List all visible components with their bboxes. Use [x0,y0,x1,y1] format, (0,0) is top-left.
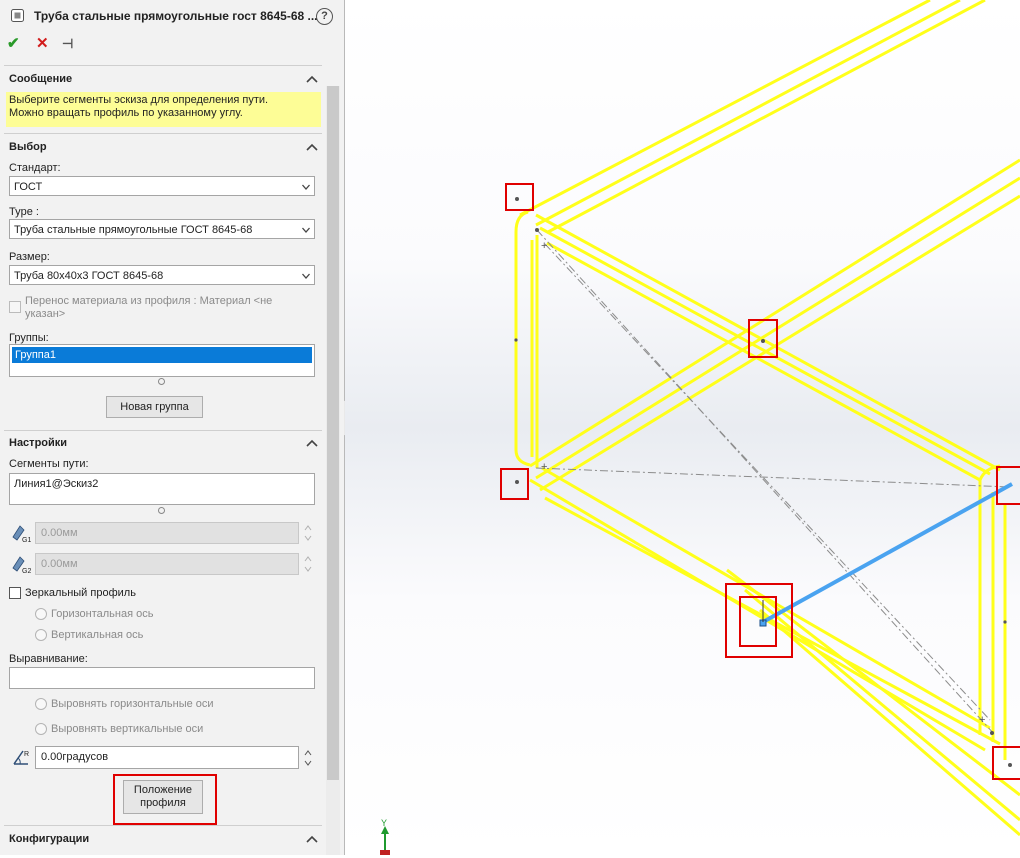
mirror-profile-label: Зеркальный профиль [25,587,136,599]
list-item[interactable]: Линия1@Эскиз2 [14,478,98,490]
align-vertical-radio[interactable] [35,723,47,735]
divider [4,430,322,431]
align-horizontal-label: Выровнять горизонтальные оси [51,698,214,710]
svg-text:+: + [979,714,985,726]
checkmark-icon[interactable]: ✔ [7,36,20,52]
scrollbar-thumb[interactable] [327,86,339,780]
divider [4,65,322,66]
rotation-angle-icon: R [13,750,29,765]
svg-text:G1: G1 [22,537,31,543]
highlight-boxes [500,183,1020,780]
resize-grip-icon[interactable] [158,378,165,385]
size-value: Труба 80x40x3 ГОСТ 8645-68 [14,270,164,282]
divider [4,133,322,134]
align-vertical-label: Выровнять вертикальные оси [51,723,204,735]
size-select[interactable]: Труба 80x40x3 ГОСТ 8645-68 [9,265,315,285]
svg-text:R: R [24,751,29,758]
path-segments-label: Сегменты пути: [9,458,89,470]
graphics-area[interactable]: + + + Y [345,0,1020,855]
transfer-material-checkbox[interactable] [9,301,21,313]
alignment-label: Выравнивание: [9,653,88,665]
sketch-centerlines [535,229,1011,736]
rotation-angle-value: 0.00градусов [41,751,109,763]
gap-g2-icon: G2 [12,556,31,574]
configurations-section-header[interactable]: Конфигурации [9,833,89,845]
new-group-button[interactable]: Новая группа [106,396,203,418]
gap1-field[interactable]: 0.00мм [35,522,299,544]
selection-section-header[interactable]: Выбор [9,141,47,153]
divider [4,825,322,826]
chevron-down-icon [302,184,310,190]
alignment-field[interactable] [9,667,315,689]
vertical-axis-radio[interactable] [35,629,47,641]
type-label: Type : [9,206,39,218]
locate-profile-button[interactable]: Положение профиля [123,780,203,814]
standard-label: Стандарт: [9,162,61,174]
chevron-up-icon[interactable] [306,438,318,448]
help-icon[interactable]: ? [316,8,333,25]
structural-member-icon [11,9,24,22]
chevron-down-icon [302,273,310,279]
gap2-value: 0.00мм [41,558,78,570]
coordinate-triad-icon [380,826,390,855]
svg-text:G2: G2 [22,568,31,574]
groups-list[interactable]: Группа1 [9,344,315,377]
vertical-axis-label: Вертикальная ось [51,629,144,641]
type-select[interactable]: Труба стальные прямоугольные ГОСТ 8645-6… [9,219,315,239]
rotation-angle-field[interactable]: 0.00градусов [35,746,299,769]
pushpin-icon[interactable]: ⊣ [62,36,73,52]
title-bar: Труба стальные прямоугольные гост 8645-6… [0,0,344,30]
svg-text:+: + [541,240,547,252]
property-manager-panel: Труба стальные прямоугольные гост 8645-6… [0,0,345,855]
group-name: Группа1 [15,349,56,361]
sketch-points: + + + [514,197,1012,767]
standard-select[interactable]: ГОСТ [9,176,315,196]
message-box: Выберите сегменты эскиза для определения… [6,92,321,127]
rotation-spinner[interactable] [303,747,313,769]
size-label: Размер: [9,251,50,263]
chevron-up-icon[interactable] [306,142,318,152]
mirror-profile-checkbox[interactable] [9,587,21,599]
message-section-header[interactable]: Сообщение [9,73,72,85]
horizontal-axis-label: Горизонтальная ось [51,608,154,620]
align-horizontal-radio[interactable] [35,698,47,710]
gap2-spinner[interactable] [303,553,313,575]
weldment-frame[interactable] [514,0,1020,837]
svg-text:+: + [541,461,547,473]
list-item[interactable]: Группа1 [12,347,312,363]
message-text: Выберите сегменты эскиза для определения… [9,94,269,119]
gap1-spinner[interactable] [303,522,313,544]
page-title: Труба стальные прямоугольные гост 8645-6… [34,9,318,23]
gap2-field[interactable]: 0.00мм [35,553,299,575]
standard-value: ГОСТ [14,181,43,193]
model-view[interactable]: + + + Y [345,0,1020,855]
groups-label: Группы: [9,332,49,344]
horizontal-axis-radio[interactable] [35,608,47,620]
type-value: Труба стальные прямоугольные ГОСТ 8645-6… [14,224,253,236]
chevron-up-icon[interactable] [306,74,318,84]
selected-path-segment[interactable] [762,482,1013,624]
path-segments-list[interactable]: Линия1@Эскиз2 [9,473,315,505]
transfer-material-label: Перенос материала из профиля : Материал … [25,295,273,320]
settings-section-header[interactable]: Настройки [9,437,67,449]
chevron-up-icon[interactable] [306,834,318,844]
gap-g1-icon: G1 [12,525,31,543]
chevron-down-icon [302,227,310,233]
resize-grip-icon[interactable] [158,507,165,514]
gap1-value: 0.00мм [41,527,78,539]
x-icon[interactable]: ✕ [36,36,49,52]
triad-y-label: Y [381,818,387,828]
